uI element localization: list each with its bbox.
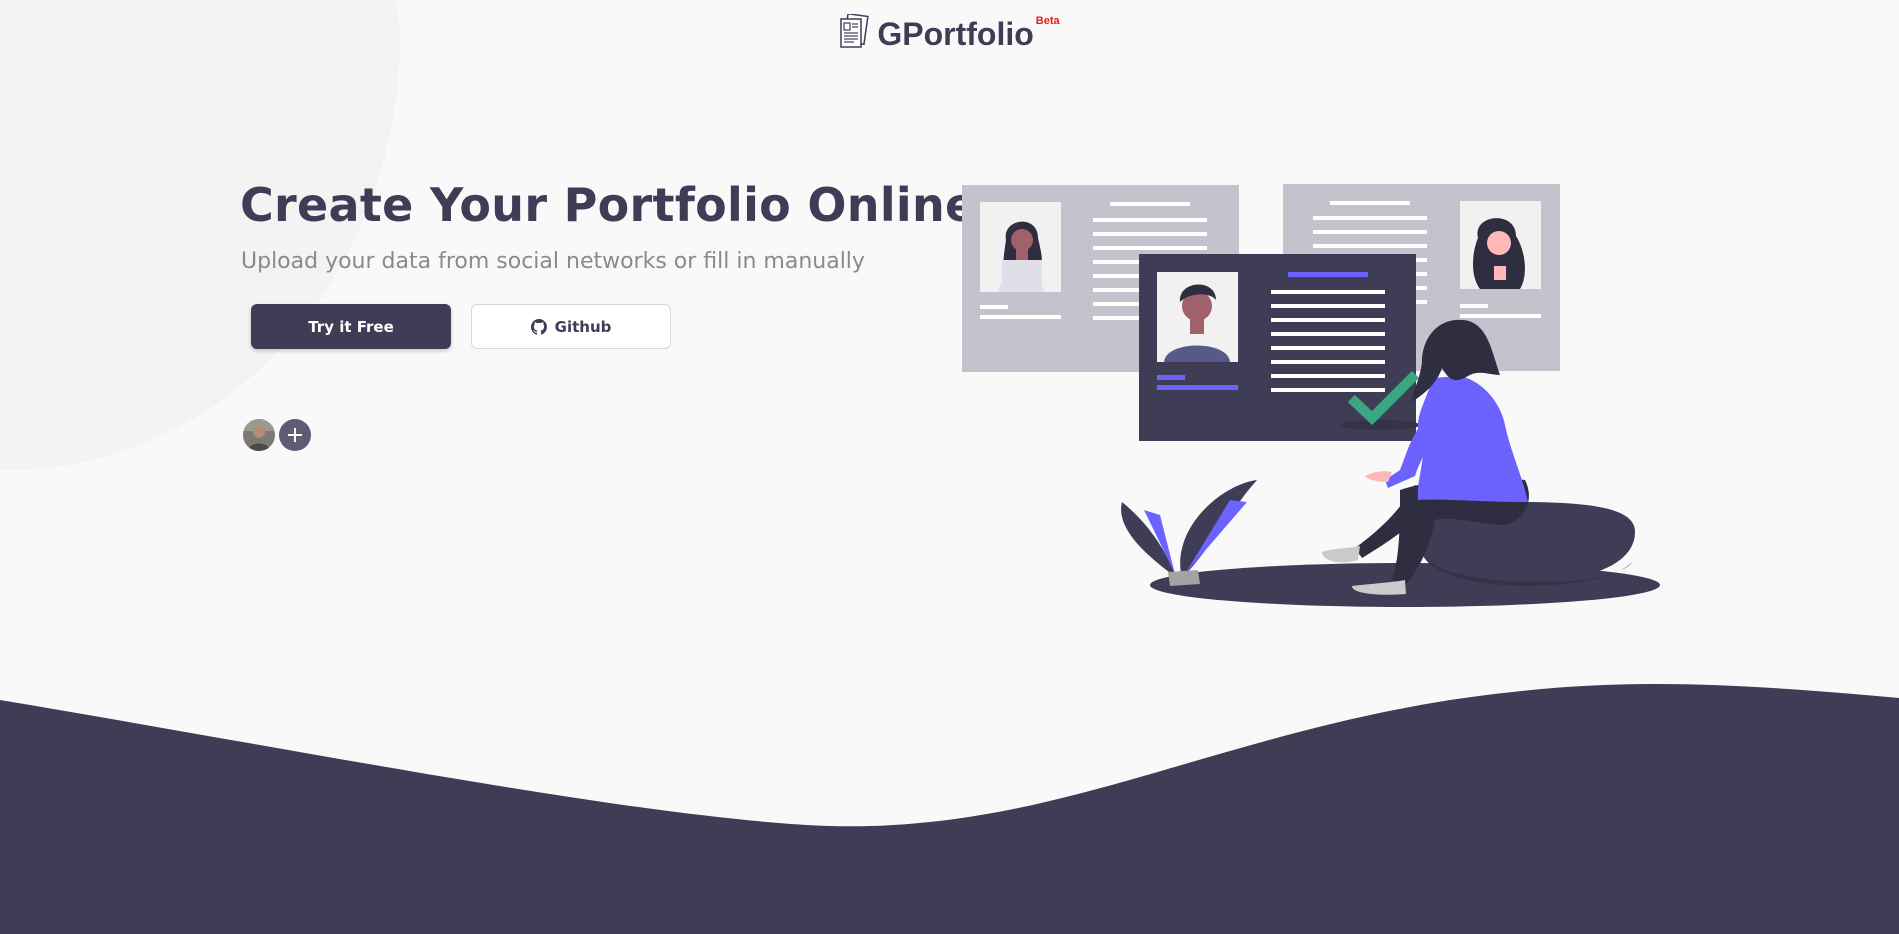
plus-icon bbox=[288, 428, 302, 442]
try-free-label: Try it Free bbox=[308, 317, 394, 336]
github-button[interactable]: Github bbox=[471, 304, 671, 349]
background-blob bbox=[0, 0, 400, 470]
site-header: GPortfolio Beta bbox=[0, 14, 1899, 54]
add-user-button[interactable] bbox=[279, 419, 311, 451]
hero-title: Create Your Portfolio Online bbox=[240, 178, 977, 232]
user-avatars bbox=[243, 419, 311, 451]
resume-card-front bbox=[1139, 254, 1420, 441]
hero-subtitle: Upload your data from social networks or… bbox=[241, 249, 865, 274]
document-stack-icon bbox=[840, 14, 870, 48]
portfolio-illustration bbox=[962, 184, 1660, 607]
avatar-photo bbox=[243, 419, 275, 451]
beta-badge: Beta bbox=[1035, 15, 1060, 27]
brand-name: GPortfolio bbox=[877, 16, 1034, 52]
try-free-button[interactable]: Try it Free bbox=[251, 304, 451, 349]
avatar[interactable] bbox=[243, 419, 275, 451]
github-label: Github bbox=[554, 317, 612, 336]
brand-link[interactable]: GPortfolio Beta bbox=[839, 14, 1060, 54]
github-icon bbox=[530, 318, 547, 335]
landing-page: GPortfolio Beta Create Your Portfolio On… bbox=[0, 0, 1899, 934]
footer-wave bbox=[0, 684, 1899, 934]
